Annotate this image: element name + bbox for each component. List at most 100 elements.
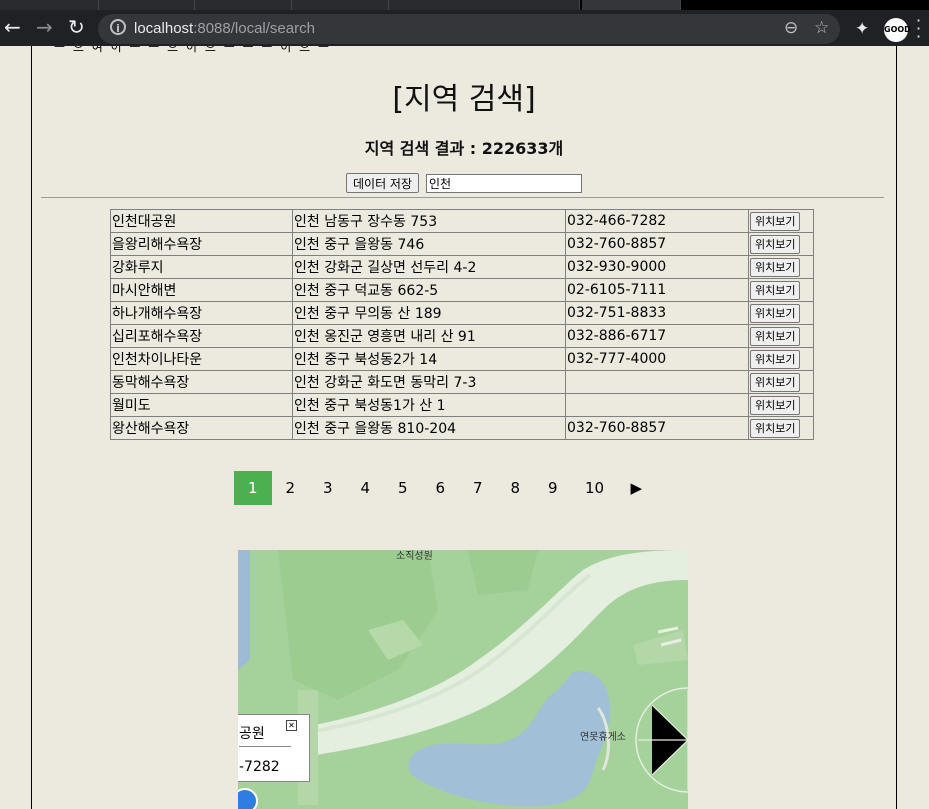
place-address: 인천 중구 무의동 산 189	[292, 301, 566, 325]
cut-off-text: ㅡ 으 여 이 ㅡ ㅡ 으 이 으 ㅡ ㅡ ㅡ 이 으 ㅡ	[54, 46, 332, 54]
place-phone: 032-930-9000	[565, 255, 749, 279]
place-address: 인천 중구 북성동1가 산 1	[292, 393, 566, 417]
place-phone: 032-760-8857	[565, 232, 749, 256]
place-name: 인천대공원	[110, 209, 293, 233]
page-title: [지역 검색]	[392, 82, 536, 117]
pagination: 1 2 3 4 5 6 7 8 9 10 ▶	[234, 471, 655, 505]
browser-tab[interactable]	[99, 0, 195, 10]
page-link-8[interactable]: 8	[497, 471, 535, 505]
locate-cell: 위치보기	[748, 324, 814, 348]
page-link-9[interactable]: 9	[534, 471, 572, 505]
view-location-button[interactable]: 위치보기	[750, 349, 801, 369]
save-data-button[interactable]: 데이터 저장	[346, 173, 420, 193]
locate-cell: 위치보기	[748, 347, 814, 371]
bookmark-star-icon[interactable]: ☆	[814, 18, 829, 38]
table-row: 마시안해변 인천 중구 덕교동 662-5 02-6105-7111 위치보기	[110, 278, 814, 302]
page-content: ㅡ 으 여 이 ㅡ ㅡ 으 이 으 ㅡ ㅡ ㅡ 이 으 ㅡ [지역 검색] 지역…	[31, 46, 897, 809]
place-name: 월미도	[110, 393, 293, 417]
forward-icon[interactable]: →	[36, 16, 53, 38]
site-info-icon[interactable]: i	[110, 19, 126, 35]
extensions-icon[interactable]: ✦	[855, 19, 869, 39]
locate-cell: 위치보기	[748, 301, 814, 325]
page-link-6[interactable]: 6	[422, 471, 460, 505]
view-location-button[interactable]: 위치보기	[750, 303, 801, 323]
page-link-5[interactable]: 5	[384, 471, 422, 505]
view-location-button[interactable]: 위치보기	[750, 211, 801, 231]
browser-tab[interactable]	[0, 0, 99, 10]
map-label: 연못휴게소	[580, 732, 626, 743]
url-host: localhost	[134, 20, 194, 37]
place-name: 마시안해변	[110, 278, 293, 302]
table-row: 십리포해수욕장 인천 옹진군 영흥면 내리 산 91 032-886-6717 위치보…	[110, 324, 814, 348]
view-location-button[interactable]: 위치보기	[750, 257, 801, 277]
locate-cell: 위치보기	[748, 393, 814, 417]
map-label: 소직성원	[396, 551, 433, 562]
place-name: 십리포해수욕장	[110, 324, 293, 348]
table-row: 하나개해수욕장 인천 중구 무의동 산 189 032-751-8833 위치보기	[110, 301, 814, 325]
view-location-button[interactable]: 위치보기	[750, 418, 801, 438]
keyword-input[interactable]	[426, 174, 582, 193]
table-row: 동막해수욕장 인천 강화군 화도면 동막리 7-3 위치보기	[110, 370, 814, 394]
browser-toolbar: ← → ↻ i localhost:8088/local/search ⊖ ☆ …	[0, 0, 929, 46]
page-link-10[interactable]: 10	[572, 471, 618, 505]
back-icon[interactable]: ←	[4, 16, 21, 38]
place-phone: 032-760-8857	[565, 416, 749, 440]
view-location-button[interactable]: 위치보기	[750, 326, 801, 346]
results-table: 인천대공원 인천 남동구 장수동 753 032-466-7282 위치보기 을왕리해수…	[110, 209, 814, 440]
view-location-button[interactable]: 위치보기	[750, 395, 801, 415]
browser-tab[interactable]	[195, 0, 292, 10]
tab-strip	[0, 0, 929, 10]
page-link-2[interactable]: 2	[272, 471, 310, 505]
place-phone: 02-6105-7111	[565, 278, 749, 302]
table-row: 인천대공원 인천 남동구 장수동 753 032-466-7282 위치보기	[110, 209, 814, 233]
place-address: 인천 중구 덕교동 662-5	[292, 278, 566, 302]
divider	[41, 197, 884, 198]
place-name: 왕산해수욕장	[110, 416, 293, 440]
view-location-button[interactable]: 위치보기	[750, 280, 801, 300]
table-row: 인천차이나타운 인천 중구 북성동2가 14 032-777-4000 위치보기	[110, 347, 814, 371]
close-icon[interactable]: ✕	[286, 720, 297, 731]
profile-avatar[interactable]: GOOD	[884, 18, 911, 42]
place-address: 인천 중구 북성동2가 14	[292, 347, 566, 371]
place-address: 인천 중구 을왕동 746	[292, 232, 566, 256]
place-name: 인천차이나타운	[110, 347, 293, 371]
zoom-icon[interactable]: ⊖	[784, 18, 798, 38]
result-count: 지역 검색 결과 : 222633개	[364, 139, 564, 158]
place-phone	[565, 393, 749, 417]
map-info-window: 공원 ✕ -7282	[238, 714, 310, 782]
locate-cell: 위치보기	[748, 255, 814, 279]
reload-icon[interactable]: ↻	[68, 16, 85, 38]
locate-cell: 위치보기	[748, 209, 814, 233]
info-window-divider	[239, 746, 291, 747]
place-name: 동막해수욕장	[110, 370, 293, 394]
address-bar[interactable]: i localhost:8088/local/search ⊖ ☆	[98, 14, 840, 44]
url-path: :8088/local/search	[193, 20, 315, 37]
page-link-7[interactable]: 7	[459, 471, 497, 505]
place-phone: 032-751-8833	[565, 301, 749, 325]
view-location-button[interactable]: 위치보기	[750, 234, 801, 254]
place-address: 인천 강화군 길상면 선두리 4-2	[292, 255, 566, 279]
place-name: 을왕리해수욕장	[110, 232, 293, 256]
browser-tab-active[interactable]	[582, 0, 681, 10]
page-link-3[interactable]: 3	[309, 471, 347, 505]
map-view[interactable]: 소직성원 연못휴게소 공원 ✕ -7282	[238, 550, 688, 809]
table-row: 을왕리해수욕장 인천 중구 을왕동 746 032-760-8857 위치보기	[110, 232, 814, 256]
page-link-4[interactable]: 4	[347, 471, 385, 505]
place-address: 인천 강화군 화도면 동막리 7-3	[292, 370, 566, 394]
page-link-1[interactable]: 1	[234, 471, 272, 505]
browser-tab[interactable]	[292, 0, 389, 10]
place-address: 인천 중구 을왕동 810-204	[292, 416, 566, 440]
url-text[interactable]: localhost:8088/local/search	[134, 20, 315, 37]
place-phone: 032-886-6717	[565, 324, 749, 348]
next-page-icon[interactable]: ▶	[618, 471, 656, 505]
place-address: 인천 남동구 장수동 753	[292, 209, 566, 233]
table-row: 강화루지 인천 강화군 길상면 선두리 4-2 032-930-9000 위치보기	[110, 255, 814, 279]
place-phone: 032-466-7282	[565, 209, 749, 233]
browser-tab[interactable]	[389, 0, 580, 10]
place-address: 인천 옹진군 영흥면 내리 산 91	[292, 324, 566, 348]
locate-cell: 위치보기	[748, 370, 814, 394]
view-location-button[interactable]: 위치보기	[750, 372, 801, 392]
place-name: 강화루지	[110, 255, 293, 279]
menu-icon[interactable]: · · ·	[916, 13, 921, 45]
table-row: 월미도 인천 중구 북성동1가 산 1 위치보기	[110, 393, 814, 417]
